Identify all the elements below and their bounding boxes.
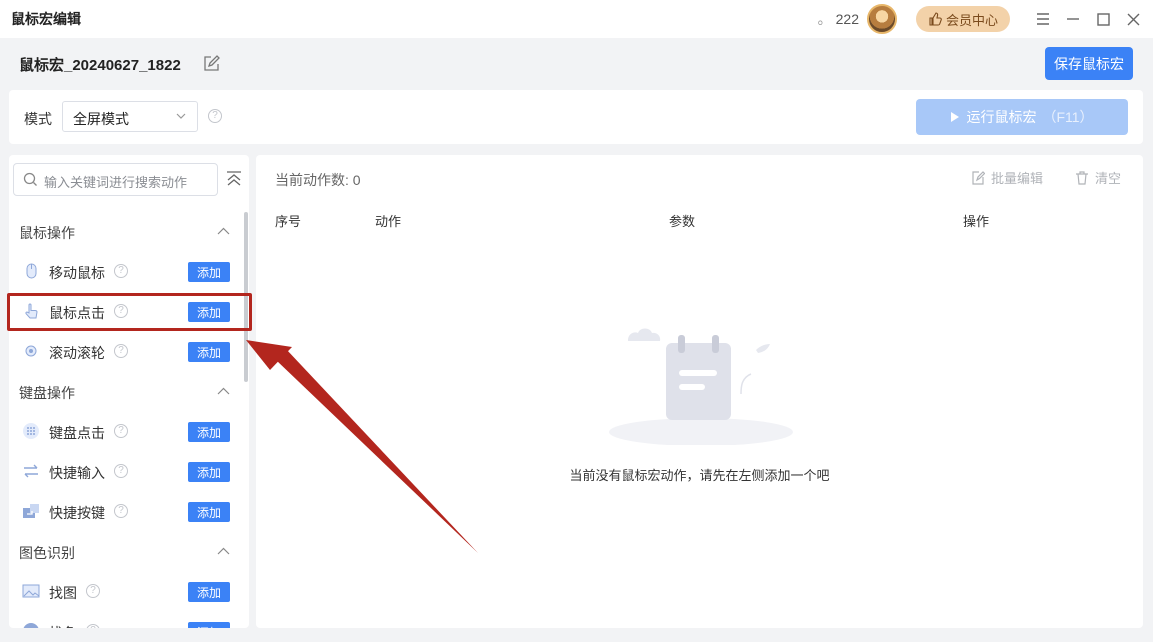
sidebar-item-label: 键盘点击 — [49, 425, 105, 441]
sidebar-item-quick-input[interactable]: 快捷输入 ? 添加 — [9, 452, 239, 492]
add-button[interactable]: 添加 — [188, 302, 230, 322]
add-button[interactable]: 添加 — [188, 582, 230, 602]
window-title: 鼠标宏编辑 — [11, 11, 81, 27]
sidebar-item-move-mouse[interactable]: 移动鼠标 ? 添加 — [9, 252, 239, 292]
help-icon[interactable]: ? — [86, 584, 100, 598]
chevron-down-icon — [176, 113, 186, 119]
sidebar-item-label: 滚动滚轮 — [49, 345, 105, 361]
help-icon[interactable]: ? — [86, 624, 100, 628]
run-hotkey: （F11） — [1042, 109, 1094, 125]
run-macro-button[interactable]: 运行鼠标宏 （F11） — [916, 99, 1128, 135]
enter-key-icon — [23, 504, 39, 518]
points-dot-icon: 。 — [817, 11, 832, 27]
add-button[interactable]: 添加 — [188, 502, 230, 522]
trash-icon — [1076, 170, 1088, 185]
title-bar-right: 。 222 会员中心 — [818, 0, 1153, 38]
sidebar-item-key-click[interactable]: 键盘点击 ? 添加 — [9, 412, 239, 452]
category-image-color[interactable]: 图色识别 — [19, 543, 75, 563]
points-display: 。 222 — [818, 9, 859, 29]
sidebar-scrollbar[interactable] — [244, 212, 248, 382]
action-count: 当前动作数: 0 — [275, 172, 361, 188]
bulk-edit-label: 批量编辑 — [991, 171, 1044, 186]
avatar[interactable] — [866, 4, 897, 34]
help-icon[interactable]: ? — [114, 504, 128, 518]
column-header: 动作 — [375, 214, 402, 229]
add-button[interactable]: 添加 — [188, 422, 230, 442]
mouse-icon — [26, 263, 37, 279]
edit-icon[interactable] — [202, 55, 220, 73]
macro-header: 鼠标宏_20240627_1822 保存鼠标宏 — [0, 38, 1153, 88]
help-icon[interactable]: ? — [114, 464, 128, 478]
mode-select[interactable]: 全屏模式 — [62, 101, 198, 132]
search-input[interactable]: 输入关键词进行搜索动作 — [13, 163, 218, 196]
clear-label: 清空 — [1095, 171, 1122, 186]
empty-notepad-illustration — [609, 328, 793, 445]
mode-bar: 模式 全屏模式 ? 运行鼠标宏 （F11） — [9, 90, 1143, 144]
empty-state-message: 当前没有鼠标宏动作，请先在左侧添加一个吧 — [569, 468, 830, 483]
bulk-edit-icon — [972, 170, 985, 185]
title-bar: 鼠标宏编辑 。 222 会员中心 — [0, 0, 1153, 38]
save-macro-button[interactable]: 保存鼠标宏 — [1045, 47, 1133, 80]
vip-center-label: 会员中心 — [945, 12, 998, 28]
mode-label: 模式 — [24, 111, 52, 127]
minimize-icon[interactable] — [1058, 0, 1088, 38]
run-macro-label: 运行鼠标宏 — [966, 109, 1037, 125]
sidebar-item-hotkey[interactable]: 快捷按键 ? 添加 — [9, 492, 239, 532]
sidebar-item-find-image[interactable]: 找图 ? 添加 — [9, 572, 239, 612]
sidebar-item-label: 鼠标点击 — [49, 305, 105, 321]
column-header: 序号 — [275, 214, 302, 229]
help-icon[interactable]: ? — [114, 264, 128, 278]
chevron-up-icon[interactable] — [217, 386, 230, 396]
thumbs-up-icon — [929, 12, 942, 26]
play-icon — [951, 112, 960, 122]
help-icon[interactable]: ? — [114, 424, 128, 438]
action-list-panel: 当前动作数: 0 批量编辑 清空 序号 动作 参数 操作 当前没有鼠标宏动作，请… — [256, 155, 1143, 628]
image-icon — [22, 584, 40, 598]
add-button[interactable]: 添加 — [188, 262, 230, 282]
clear-button[interactable]: 清空 — [1075, 168, 1121, 187]
sidebar-item-find-color[interactable]: 找色 ? 添加 — [9, 612, 239, 628]
help-icon[interactable]: ? — [114, 304, 128, 318]
add-button[interactable]: 添加 — [188, 342, 230, 362]
color-icon — [23, 623, 39, 628]
chevron-up-icon[interactable] — [217, 546, 230, 556]
sidebar-item-label: 快捷输入 — [49, 465, 105, 481]
category-keyboard[interactable]: 键盘操作 — [19, 383, 75, 403]
vip-center-button[interactable]: 会员中心 — [915, 6, 1010, 32]
add-button[interactable]: 添加 — [188, 462, 230, 482]
add-button[interactable]: 添加 — [188, 622, 230, 628]
scroll-wheel-icon — [25, 345, 37, 357]
column-header: 操作 — [963, 214, 990, 229]
sidebar-item-scroll-wheel[interactable]: 滚动滚轮 ? 添加 — [9, 332, 239, 372]
mode-select-value: 全屏模式 — [73, 111, 129, 127]
search-placeholder: 输入关键词进行搜索动作 — [44, 175, 188, 190]
close-icon[interactable] — [1118, 0, 1148, 38]
sidebar-item-label: 移动鼠标 — [49, 265, 105, 281]
sidebar-item-label: 找色 — [49, 623, 77, 628]
keypad-icon — [23, 423, 39, 439]
maximize-icon[interactable] — [1088, 0, 1118, 38]
bulk-edit-button[interactable]: 批量编辑 — [971, 168, 1043, 187]
help-icon[interactable]: ? — [114, 344, 128, 358]
swap-arrows-icon — [24, 464, 38, 478]
column-header: 参数 — [669, 214, 696, 229]
points-value: 222 — [835, 11, 859, 27]
macro-name: 鼠标宏_20240627_1822 — [19, 57, 181, 74]
chevron-up-icon[interactable] — [217, 226, 230, 236]
sidebar-item-label: 快捷按键 — [49, 505, 105, 521]
sidebar-item-label: 找图 — [49, 585, 77, 601]
collapse-all-icon[interactable] — [226, 171, 242, 187]
action-sidebar: 输入关键词进行搜索动作 鼠标操作 移动鼠标 ? 添加 鼠标点击 ? 添加 滚动滚… — [9, 155, 249, 628]
category-mouse[interactable]: 鼠标操作 — [19, 223, 75, 243]
menu-icon[interactable] — [1028, 0, 1058, 38]
sidebar-item-mouse-click[interactable]: 鼠标点击 ? 添加 — [9, 292, 239, 332]
mouse-click-icon — [25, 303, 38, 319]
help-icon[interactable]: ? — [208, 109, 222, 123]
search-icon — [23, 172, 37, 186]
